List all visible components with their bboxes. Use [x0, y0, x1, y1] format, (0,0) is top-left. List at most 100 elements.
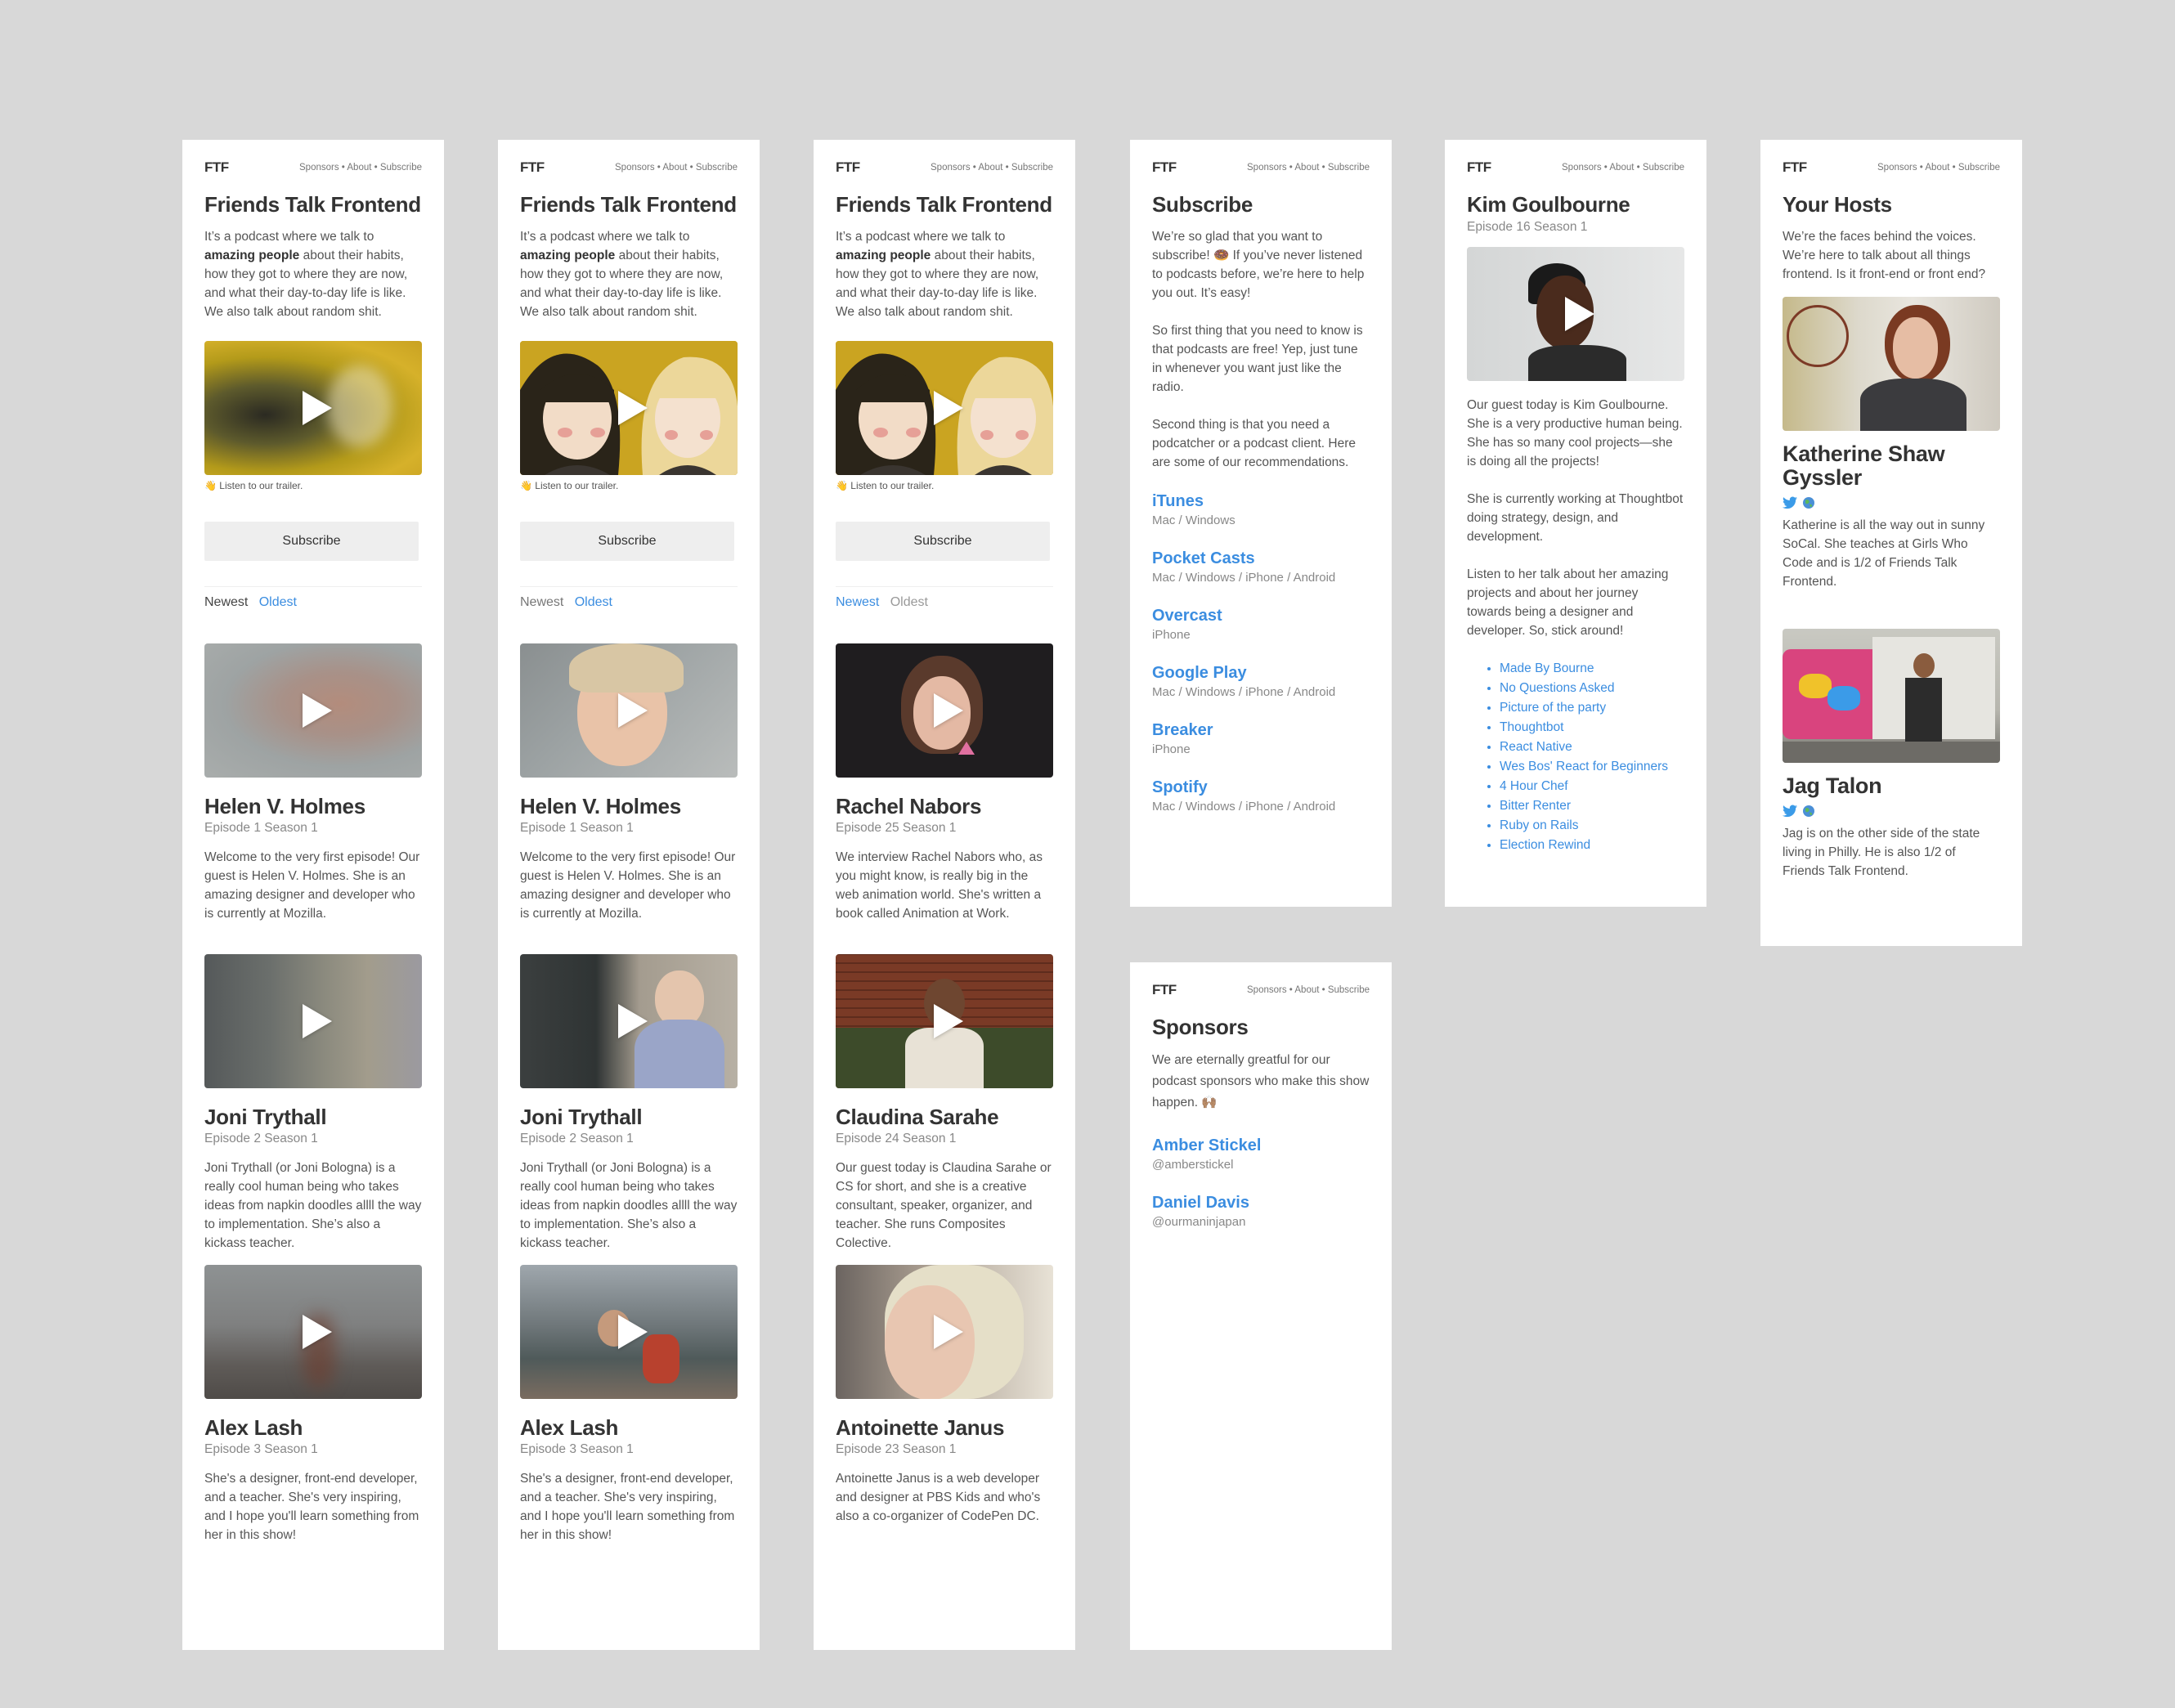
sort-filter: Newest Oldest: [836, 595, 1053, 615]
episode-description: She's a designer, front-end developer, a…: [520, 1472, 735, 1542]
sort-filter: Newest Oldest: [520, 595, 738, 615]
trailer-video[interactable]: [520, 341, 738, 475]
play-icon[interactable]: [303, 1315, 332, 1349]
subscribe-button[interactable]: Subscribe: [836, 522, 1050, 561]
show-link[interactable]: Picture of the party: [1500, 698, 1684, 718]
sponsor-list: Amber Stickel @ambersticke​l Daniel Davi…: [1152, 1135, 1370, 1231]
episode-thumbnail[interactable]: [204, 643, 422, 778]
episode-thumbnail[interactable]: [836, 1265, 1053, 1399]
filter-newest[interactable]: Newest: [520, 595, 563, 609]
show-link[interactable]: No Questions Asked: [1500, 679, 1684, 698]
episode-detail-screen: FTF Sponsors • About • Subscribe Kim Gou…: [1445, 140, 1706, 907]
trailer-caption[interactable]: 👋 Listen to our trailer.: [836, 480, 1053, 494]
episode-thumbnail[interactable]: [520, 643, 738, 778]
episode-description: Welcome to the very first episode! Our g…: [520, 850, 736, 921]
app-link[interactable]: Overcast: [1152, 605, 1370, 626]
play-icon[interactable]: [934, 391, 963, 425]
episode-thumbnail[interactable]: [520, 1265, 738, 1399]
show-link[interactable]: Wes Bos' React for Beginners: [1500, 757, 1684, 777]
show-link[interactable]: Made By Bourne: [1500, 659, 1684, 679]
filter-oldest[interactable]: Oldest: [259, 595, 297, 609]
sponsor-handle[interactable]: @ourmaninjapan: [1152, 1213, 1370, 1231]
nav-links[interactable]: Sponsors • About • Subscribe: [1562, 163, 1684, 173]
episode-title[interactable]: Alex Lash: [520, 1415, 738, 1440]
site-logo[interactable]: FTF: [204, 159, 229, 176]
app-link[interactable]: Google Play: [1152, 662, 1370, 684]
sponsors-screen: FTF Sponsors • About • Subscribe Sponsor…: [1130, 962, 1392, 1650]
app-link[interactable]: iTunes: [1152, 491, 1370, 512]
sponsor-link[interactable]: Amber Stickel: [1152, 1135, 1370, 1156]
episode-title[interactable]: Rachel Nabors: [836, 794, 1053, 818]
episode-notes: Our guest today is Kim Goulbourne. She i…: [1467, 398, 1684, 638]
show-link[interactable]: Bitter Renter: [1500, 796, 1684, 816]
site-logo[interactable]: FTF: [520, 159, 545, 176]
play-icon[interactable]: [618, 1315, 648, 1349]
play-icon[interactable]: [1565, 297, 1594, 331]
episode-title[interactable]: Alex Lash: [204, 1415, 422, 1440]
trailer-caption[interactable]: 👋 Listen to our trailer.: [204, 480, 422, 494]
top-nav: FTF Sponsors • About • Subscribe: [1467, 155, 1684, 180]
filter-newest[interactable]: Newest: [204, 595, 248, 609]
nav-links[interactable]: Sponsors • About • Subscribe: [931, 163, 1053, 173]
episode-thumbnail[interactable]: [204, 954, 422, 1088]
episode-title[interactable]: Joni Trythall: [204, 1105, 422, 1129]
site-logo[interactable]: FTF: [836, 159, 860, 176]
subscribe-intro: We’re so glad that you want to subscribe…: [1152, 230, 1365, 469]
episode-thumbnail[interactable]: [204, 1265, 422, 1399]
site-logo[interactable]: FTF: [1152, 982, 1177, 998]
globe-icon[interactable]: [1802, 805, 1815, 818]
play-icon[interactable]: [618, 1004, 648, 1038]
play-icon[interactable]: [934, 1004, 963, 1038]
app-platforms: iPhone: [1152, 742, 1191, 756]
nav-links[interactable]: Sponsors • About • Subscribe: [1247, 985, 1370, 995]
episode-title[interactable]: Claudina Sarahe: [836, 1105, 1053, 1129]
site-logo[interactable]: FTF: [1783, 159, 1807, 176]
nav-links[interactable]: Sponsors • About • Subscribe: [1877, 163, 2000, 173]
app-link[interactable]: Spotify: [1152, 777, 1370, 798]
host-photo: [1783, 297, 2000, 431]
episode-thumbnail[interactable]: [836, 643, 1053, 778]
nav-links[interactable]: Sponsors • About • Subscribe: [299, 163, 422, 173]
twitter-icon[interactable]: [1783, 496, 1797, 509]
episode-title[interactable]: Joni Trythall: [520, 1105, 738, 1129]
twitter-icon[interactable]: [1783, 805, 1797, 818]
subscribe-button[interactable]: Subscribe: [520, 522, 734, 561]
filter-oldest[interactable]: Oldest: [890, 595, 928, 609]
play-icon[interactable]: [618, 693, 648, 728]
episode-meta: Episode 2 Season 1: [520, 1132, 634, 1145]
episode-title[interactable]: Helen V. Holmes: [204, 794, 422, 818]
app-link[interactable]: Pocket Casts: [1152, 548, 1370, 569]
episode-thumbnail[interactable]: [520, 954, 738, 1088]
show-link[interactable]: Ruby on Rails: [1500, 816, 1684, 836]
play-icon[interactable]: [303, 693, 332, 728]
episode-title[interactable]: Antoinette Janus: [836, 1415, 1053, 1440]
show-link[interactable]: React Native: [1500, 737, 1684, 757]
subscribe-button[interactable]: Subscribe: [204, 522, 419, 561]
episode-video[interactable]: [1467, 247, 1684, 381]
episode-meta: Episode 2 Season 1: [204, 1132, 318, 1145]
play-icon[interactable]: [934, 1315, 963, 1349]
trailer-video[interactable]: [204, 341, 422, 475]
sponsor-handle[interactable]: @ambersticke​l: [1152, 1156, 1370, 1174]
subscribe-screen: FTF Sponsors • About • Subscribe Subscri…: [1130, 140, 1392, 907]
show-link[interactable]: 4 Hour Chef: [1500, 777, 1684, 796]
filter-oldest[interactable]: Oldest: [575, 595, 612, 609]
site-logo[interactable]: FTF: [1152, 159, 1177, 176]
episode-title[interactable]: Helen V. Holmes: [520, 794, 738, 818]
show-link[interactable]: Election Rewind: [1500, 836, 1684, 855]
nav-links[interactable]: Sponsors • About • Subscribe: [615, 163, 738, 173]
trailer-video[interactable]: [836, 341, 1053, 475]
play-icon[interactable]: [934, 693, 963, 728]
filter-newest[interactable]: Newest: [836, 595, 879, 609]
globe-icon[interactable]: [1802, 496, 1815, 509]
trailer-caption[interactable]: 👋 Listen to our trailer.: [520, 480, 738, 494]
play-icon[interactable]: [303, 1004, 332, 1038]
site-logo[interactable]: FTF: [1467, 159, 1491, 176]
show-link[interactable]: Thoughtbot: [1500, 718, 1684, 737]
sponsor-link[interactable]: Daniel Davis: [1152, 1192, 1370, 1213]
play-icon[interactable]: [618, 391, 648, 425]
play-icon[interactable]: [303, 391, 332, 425]
app-link[interactable]: Breaker: [1152, 720, 1370, 741]
episode-thumbnail[interactable]: [836, 954, 1053, 1088]
nav-links[interactable]: Sponsors • About • Subscribe: [1247, 163, 1370, 173]
